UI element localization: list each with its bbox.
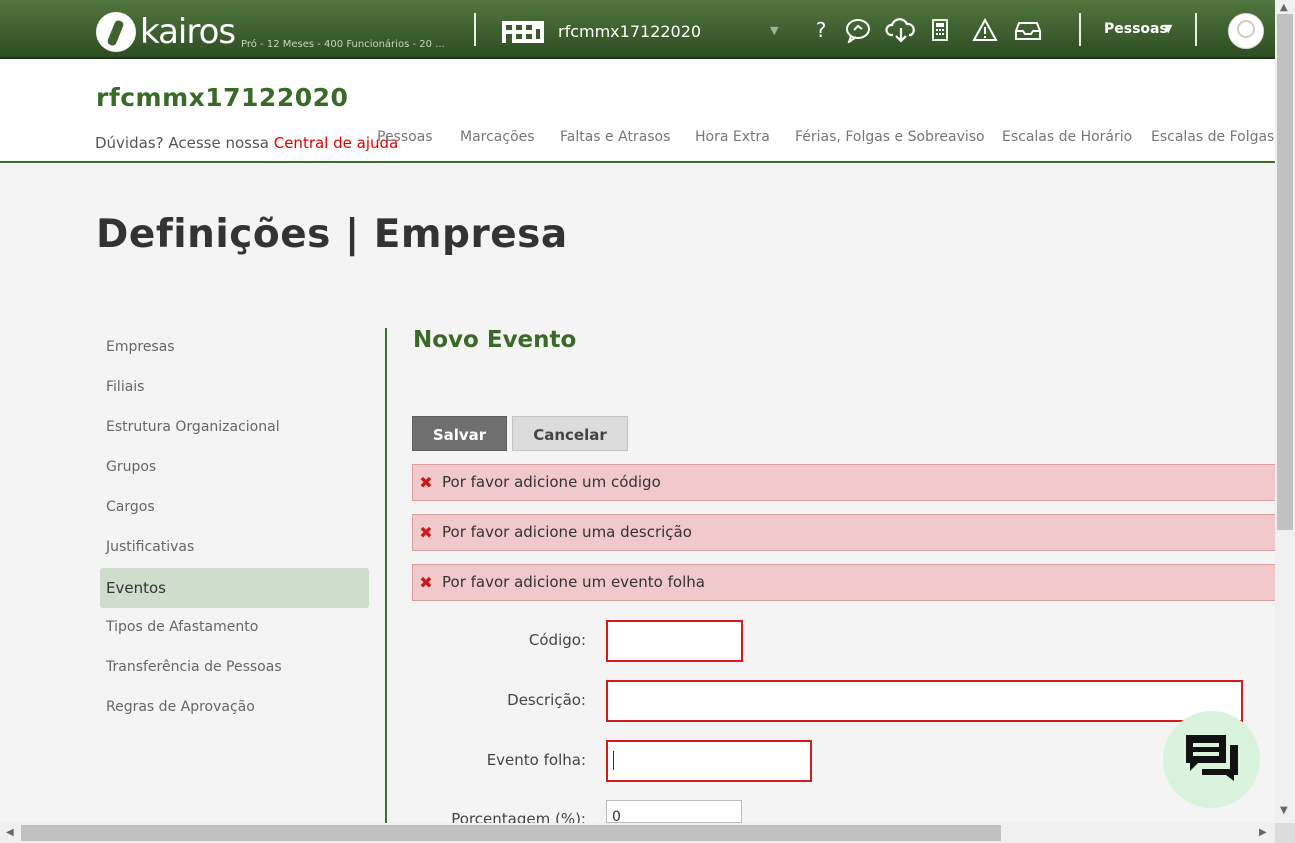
warning-icon[interactable] <box>972 17 998 43</box>
sidebar-item-filiais[interactable]: Filiais <box>100 367 369 407</box>
sidebar-item-estrutura[interactable]: Estrutura Organizacional <box>100 407 369 447</box>
error-message: Por favor adicione um evento folha <box>442 573 705 591</box>
error-alert: ✖ Por favor adicione um código <box>412 464 1275 501</box>
nav-marcacoes[interactable]: Marcações <box>460 129 535 145</box>
evento-folha-label: Evento folha: <box>486 751 586 769</box>
scroll-left-arrow-icon[interactable]: ◀ <box>6 828 14 838</box>
nav-escalas-horario[interactable]: Escalas de Horário <box>1002 129 1132 145</box>
page-header: rfcmmx17122020 Dúvidas? Acesse nossa Cen… <box>0 59 1275 163</box>
company-selector[interactable]: rfcmmx17122020 <box>558 22 701 41</box>
codigo-label: Código: <box>528 631 586 649</box>
sidebar-item-grupos[interactable]: Grupos <box>100 447 369 487</box>
chat-button[interactable] <box>1163 711 1260 808</box>
codigo-field[interactable] <box>606 620 743 662</box>
error-message: Por favor adicione uma descrição <box>442 523 692 541</box>
form-title: Novo Evento <box>413 327 577 353</box>
nav-faltas-atrasos[interactable]: Faltas e Atrasos <box>560 129 670 145</box>
text-cursor <box>613 751 614 770</box>
logo-mark-icon <box>96 12 136 52</box>
porcentagem-field[interactable]: 0 <box>606 800 742 823</box>
vertical-scroll-thumb[interactable] <box>1277 14 1293 530</box>
help-icon[interactable]: ? <box>812 17 830 43</box>
pessoas-menu[interactable]: Pessoas <box>1104 21 1168 37</box>
error-icon: ✖ <box>419 573 433 592</box>
divider <box>1195 13 1197 46</box>
nav-ferias-folgas[interactable]: Férias, Folgas e Sobreaviso <box>795 129 985 145</box>
error-alert: ✖ Por favor adicione uma descrição <box>412 514 1275 551</box>
page-title: Definições | Empresa <box>96 212 568 257</box>
error-icon: ✖ <box>419 473 433 492</box>
horizontal-scroll-thumb[interactable] <box>21 825 1001 841</box>
error-alert: ✖ Por favor adicione um evento folha <box>412 564 1275 601</box>
nav-escalas-folgas[interactable]: Escalas de Folgas <box>1151 129 1274 145</box>
nav-pessoas[interactable]: Pessoas <box>377 129 433 145</box>
sidebar-item-transferencia[interactable]: Transferência de Pessoas <box>100 647 369 687</box>
help-text: Dúvidas? Acesse nossa Central de ajuda <box>95 134 398 152</box>
divider <box>1079 13 1081 46</box>
sidebar-item-tipos-afastamento[interactable]: Tipos de Afastamento <box>100 607 369 647</box>
sidebar-item-justificativas[interactable]: Justificativas <box>100 527 369 567</box>
content-divider <box>385 328 387 823</box>
nav-hora-extra[interactable]: Hora Extra <box>695 129 770 145</box>
scroll-down-arrow-icon[interactable]: ▼ <box>1280 806 1288 816</box>
inbox-icon[interactable] <box>1015 17 1041 43</box>
company-icon[interactable] <box>502 21 544 43</box>
porcentagem-value: 0 <box>612 809 621 823</box>
sidebar-item-empresas[interactable]: Empresas <box>100 327 369 367</box>
cancel-button[interactable]: Cancelar <box>512 416 628 451</box>
chat-icon <box>1186 735 1238 781</box>
evento-folha-field[interactable] <box>606 740 812 782</box>
scroll-up-arrow-icon[interactable]: ▲ <box>1280 3 1288 13</box>
chevron-down-icon[interactable]: ▼ <box>1164 22 1172 35</box>
cloud-download-icon[interactable] <box>885 17 917 43</box>
help-prefix: Dúvidas? Acesse nossa <box>95 134 274 152</box>
sidebar-item-regras-aprovacao[interactable]: Regras de Aprovação <box>100 687 369 727</box>
sidebar-item-eventos[interactable]: Eventos <box>100 568 369 608</box>
save-button[interactable]: Salvar <box>412 416 507 451</box>
scrollbar-corner <box>1275 823 1295 843</box>
sidebar-item-cargos[interactable]: Cargos <box>100 487 369 527</box>
kairos-logo[interactable]: kairos <box>96 6 236 52</box>
divider <box>474 13 476 46</box>
plan-info: Pró - 12 Meses - 400 Funcionários - 20 .… <box>241 39 445 50</box>
error-icon: ✖ <box>419 523 433 542</box>
calculator-icon[interactable] <box>932 17 948 43</box>
descricao-field[interactable] <box>606 680 1243 722</box>
company-title: rfcmmx17122020 <box>96 83 349 112</box>
scroll-right-arrow-icon[interactable]: ▶ <box>1259 828 1267 838</box>
chat-bubble-icon[interactable] <box>845 17 871 43</box>
logo-text: kairos <box>140 12 236 52</box>
descricao-label: Descrição: <box>507 691 586 709</box>
chevron-down-icon[interactable]: ▼ <box>770 24 778 37</box>
error-message: Por favor adicione um código <box>442 473 661 491</box>
avatar[interactable] <box>1228 13 1264 49</box>
top-bar: kairos Pró - 12 Meses - 400 Funcionários… <box>0 0 1275 59</box>
